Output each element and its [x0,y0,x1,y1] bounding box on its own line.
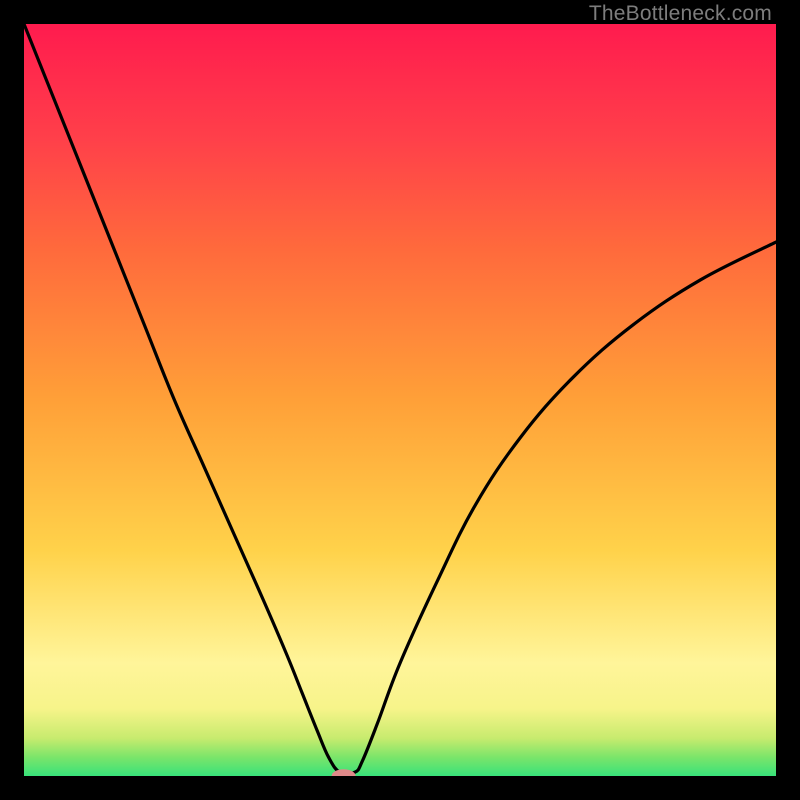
bottleneck-chart [24,24,776,776]
watermark-text: TheBottleneck.com [589,2,772,26]
chart-frame [24,24,776,776]
